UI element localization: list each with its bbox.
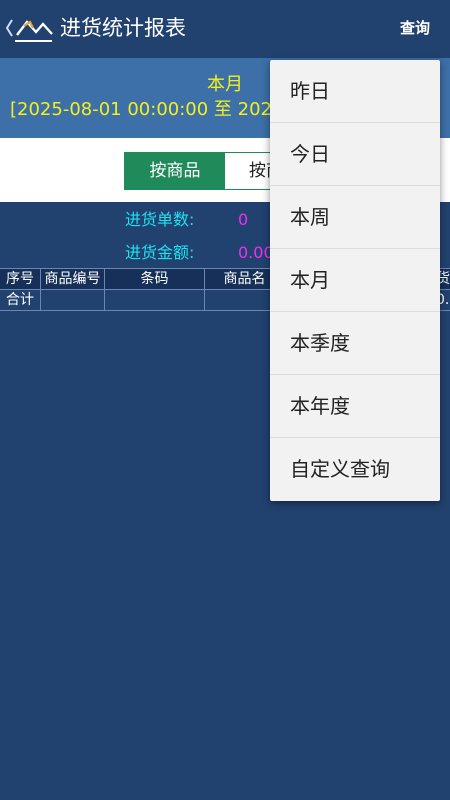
menu-item-this-month[interactable]: 本月 (270, 249, 440, 312)
menu-item-this-week[interactable]: 本周 (270, 186, 440, 249)
menu-item-today[interactable]: 今日 (270, 123, 440, 186)
back-logo-icon (5, 19, 53, 42)
query-button[interactable]: 查询 (400, 18, 430, 38)
date-range-text: [2025-08-01 00:00:00 至 202 (10, 99, 272, 120)
summary-amount-value: 0.00 (238, 243, 274, 262)
column-header-barcode: 条码 (105, 269, 205, 289)
page-title: 进货统计报表 (60, 16, 186, 40)
summary-count-label: 进货单数: (125, 210, 195, 229)
menu-item-yesterday[interactable]: 昨日 (270, 60, 440, 123)
top-bar: 进货统计报表 查询 (0, 0, 450, 58)
menu-item-this-year[interactable]: 本年度 (270, 375, 440, 438)
menu-item-this-quarter[interactable]: 本季度 (270, 312, 440, 375)
total-row-label: 合计 (0, 290, 41, 310)
summary-amount-row: 进货金额: 0.00 (125, 242, 274, 264)
column-header-code: 商品编号 (41, 269, 105, 289)
total-row-barcode (105, 290, 205, 310)
column-header-index: 序号 (0, 269, 41, 289)
summary-amount-label: 进货金额: (125, 243, 195, 262)
period-dropdown-menu: 昨日 今日 本周 本月 本季度 本年度 自定义查询 (270, 60, 440, 501)
menu-item-custom-query[interactable]: 自定义查询 (270, 438, 440, 501)
summary-count-value: 0 (238, 210, 249, 229)
back-button[interactable] (4, 10, 56, 46)
summary-count-row: 进货单数: 0 (125, 209, 248, 231)
tab-by-product[interactable]: 按商品 (125, 153, 225, 189)
total-row-code (41, 290, 105, 310)
